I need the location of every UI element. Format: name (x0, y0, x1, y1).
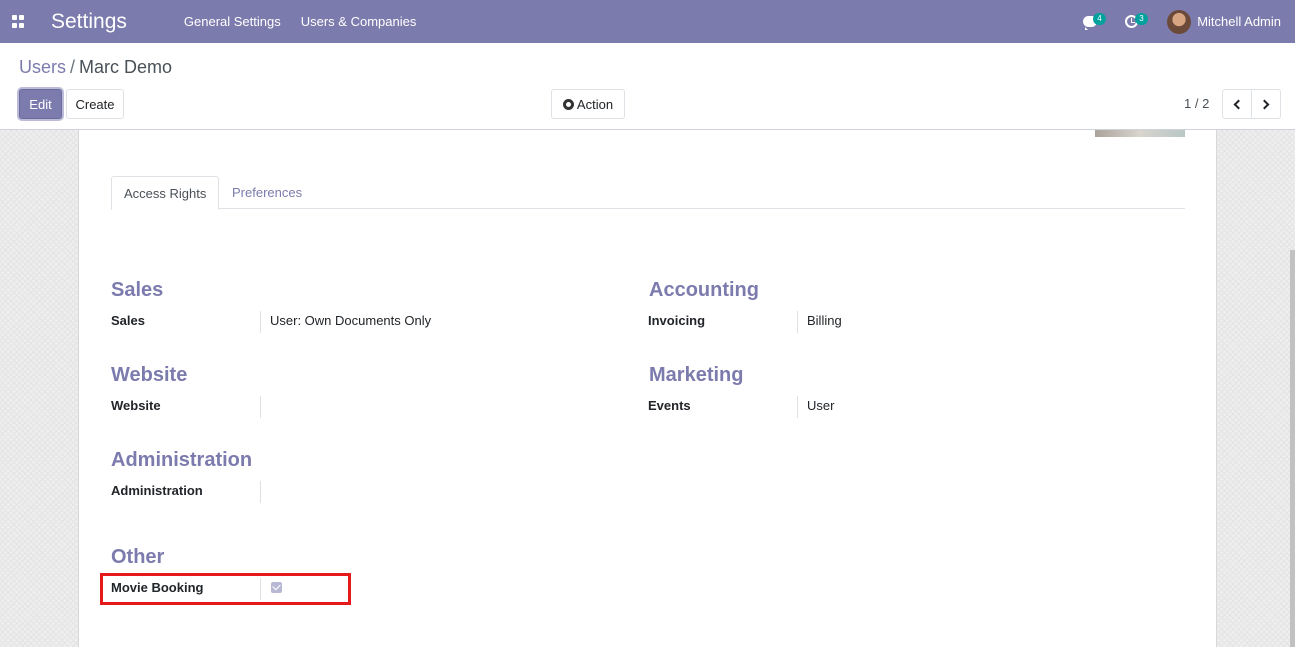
menu-users-companies[interactable]: Users & Companies (301, 14, 417, 29)
messages-badge: 4 (1093, 12, 1106, 25)
action-label: Action (576, 96, 614, 112)
field-separator (797, 311, 798, 333)
create-button[interactable]: Create (66, 89, 124, 119)
form-background: Access Rights Preferences Sales Sales Us… (0, 130, 1295, 647)
form-sheet: Access Rights Preferences Sales Sales Us… (78, 130, 1217, 647)
group-title-website: Website (111, 364, 188, 386)
group-title-accounting: Accounting (649, 279, 759, 301)
gear-icon (562, 98, 574, 110)
field-value-sales: User: Own Documents Only (270, 313, 432, 328)
breadcrumb-users-link[interactable]: Users (19, 57, 66, 77)
breadcrumb-current: Marc Demo (79, 57, 173, 77)
activities-button[interactable]: 3 (1125, 12, 1148, 32)
field-separator (797, 396, 798, 418)
chevron-left-icon (1233, 99, 1244, 109)
field-label-administration: Administration (111, 483, 203, 498)
pager-previous-button[interactable] (1222, 89, 1252, 119)
app-title[interactable]: Settings (51, 10, 127, 34)
user-photo[interactable] (1095, 130, 1185, 137)
group-title-other: Other (111, 546, 165, 568)
edit-button[interactable]: Edit (19, 89, 62, 119)
field-separator (260, 396, 261, 418)
field-label-invoicing: Invoicing (648, 313, 706, 328)
field-value-events: User (807, 398, 835, 413)
action-button[interactable]: Action (551, 89, 625, 119)
field-label-website: Website (111, 398, 161, 413)
highlight-box (100, 573, 351, 605)
user-menu[interactable]: Mitchell Admin (1197, 14, 1281, 29)
avatar[interactable] (1167, 9, 1192, 34)
control-panel: Users / Marc Demo Edit Create Action 1 / 2 (0, 43, 1295, 130)
menu-general-settings[interactable]: General Settings (184, 14, 281, 29)
field-separator (260, 481, 261, 503)
group-title-sales: Sales (111, 279, 164, 301)
apps-menu-icon[interactable] (12, 14, 26, 29)
breadcrumb-separator: / (70, 57, 76, 77)
group-title-marketing: Marketing (649, 364, 744, 386)
field-value-invoicing: Billing (807, 313, 842, 328)
breadcrumb: Users / Marc Demo (19, 57, 172, 78)
messages-button[interactable]: 4 (1083, 12, 1106, 32)
field-label-sales: Sales (111, 313, 145, 328)
pager-next-button[interactable] (1251, 89, 1281, 119)
tab-preferences[interactable]: Preferences (220, 176, 314, 209)
activities-badge: 3 (1135, 12, 1148, 25)
pager-value[interactable]: 1 / 2 (1184, 96, 1209, 111)
group-title-administration: Administration (111, 449, 253, 471)
field-separator (260, 311, 261, 333)
field-label-events: Events (648, 398, 691, 413)
notebook-tabs: Access Rights Preferences (111, 176, 1185, 210)
top-navbar: Settings General Settings Users & Compan… (0, 0, 1295, 43)
tab-access-rights[interactable]: Access Rights (111, 176, 220, 210)
chevron-right-icon (1259, 99, 1270, 109)
scrollbar[interactable] (1290, 250, 1295, 647)
